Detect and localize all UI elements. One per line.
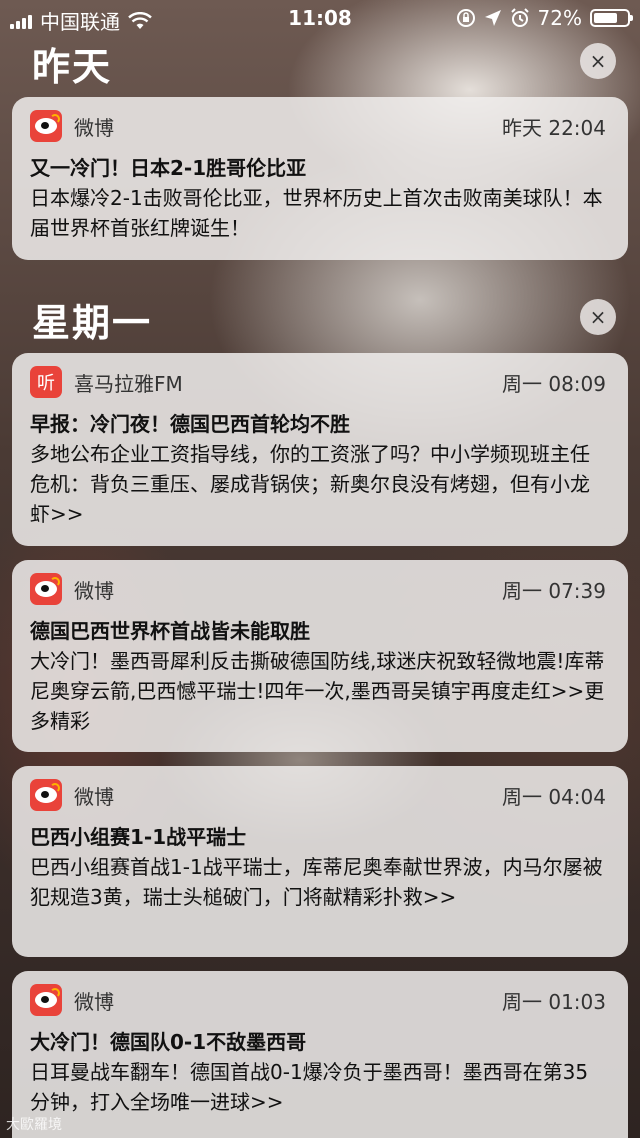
app-name: 微博 [74, 784, 114, 809]
battery-level [594, 13, 617, 23]
battery-icon [590, 9, 633, 27]
status-bar: 中国联通 11:08 72% [0, 0, 640, 38]
notification-time: 周一 04:04 [502, 784, 606, 809]
notification-header: 微博 周一 04:04 [30, 778, 606, 812]
section-title-yesterday: 昨天 [32, 45, 113, 89]
clear-monday-button[interactable]: × [580, 299, 616, 335]
weibo-icon [30, 779, 62, 811]
watermark: 大歐羅境 [6, 1117, 62, 1133]
notification-body: 多地公布企业工资指导线，你的工资涨了吗？中小学频现班主任危机：背负三重压、屡成背… [30, 442, 590, 526]
notification-time: 周一 07:39 [502, 578, 606, 603]
notification-title: 又一冷门！日本2-1胜哥伦比亚 [30, 156, 307, 180]
location-arrow-icon [484, 10, 501, 26]
notification-time: 周一 08:09 [502, 371, 606, 396]
weibo-icon [30, 573, 62, 605]
app-name: 微博 [74, 578, 114, 603]
alarm-icon [510, 8, 529, 27]
notification-card[interactable]: 微博 昨天 22:04 又一冷门！日本2-1胜哥伦比亚 日本爆冷2-1击败哥伦比… [12, 97, 628, 260]
notification-card[interactable]: 微博 周一 01:03 大冷门！德国队0-1不敌墨西哥 日耳曼战车翻车！德国首战… [12, 971, 628, 1138]
close-icon: × [589, 49, 607, 73]
weibo-icon [30, 984, 62, 1016]
notification-header: 微博 周一 01:03 [30, 983, 606, 1017]
notification-title: 大冷门！德国队0-1不敌墨西哥 [30, 1030, 307, 1054]
notification-header: 微博 昨天 22:04 [30, 109, 606, 143]
notification-body: 巴西小组赛首战1-1战平瑞士，库蒂尼奥奉献世界波，内马尔屡被犯规造3黄，瑞士头槌… [30, 855, 603, 909]
close-icon: × [589, 305, 607, 329]
notification-time: 昨天 22:04 [502, 115, 606, 140]
notification-time: 周一 01:03 [502, 989, 606, 1014]
notification-card[interactable]: 微博 周一 04:04 巴西小组赛1-1战平瑞士 巴西小组赛首战1-1战平瑞士，… [12, 766, 628, 957]
notification-header: 听 喜马拉雅FM 周一 08:09 [30, 365, 606, 399]
notification-header: 微博 周一 07:39 [30, 572, 606, 606]
notification-body: 大冷门！墨西哥犀利反击撕破德国防线,球迷庆祝致轻微地震!库蒂尼奥穿云箭,巴西憾平… [30, 649, 605, 733]
app-name: 喜马拉雅FM [74, 371, 183, 396]
battery-percent: 72% [537, 6, 582, 30]
app-name: 微博 [74, 989, 114, 1014]
section-title-monday: 星期一 [32, 301, 153, 345]
clear-yesterday-button[interactable]: × [580, 43, 616, 79]
weibo-icon [30, 110, 62, 142]
notification-title: 巴西小组赛1-1战平瑞士 [30, 825, 247, 849]
notification-body: 日本爆冷2-1击败哥伦比亚，世界杯历史上首次击败南美球队！本届世界杯首张红牌诞生… [30, 186, 603, 240]
status-right: 72% [456, 6, 633, 30]
notification-card[interactable]: 微博 周一 07:39 德国巴西世界杯首战皆未能取胜 大冷门！墨西哥犀利反击撕破… [12, 560, 628, 752]
notification-body: 日耳曼战车翻车！德国首战0-1爆冷负于墨西哥！墨西哥在第35分钟，打入全场唯一进… [30, 1060, 589, 1114]
notification-title: 早报：冷门夜！德国巴西首轮均不胜 [30, 412, 350, 436]
notification-card[interactable]: 听 喜马拉雅FM 周一 08:09 早报：冷门夜！德国巴西首轮均不胜 多地公布企… [12, 353, 628, 546]
app-name: 微博 [74, 115, 114, 140]
rotation-lock-icon [456, 9, 475, 27]
ximalaya-icon: 听 [30, 366, 62, 398]
notification-title: 德国巴西世界杯首战皆未能取胜 [30, 619, 310, 643]
